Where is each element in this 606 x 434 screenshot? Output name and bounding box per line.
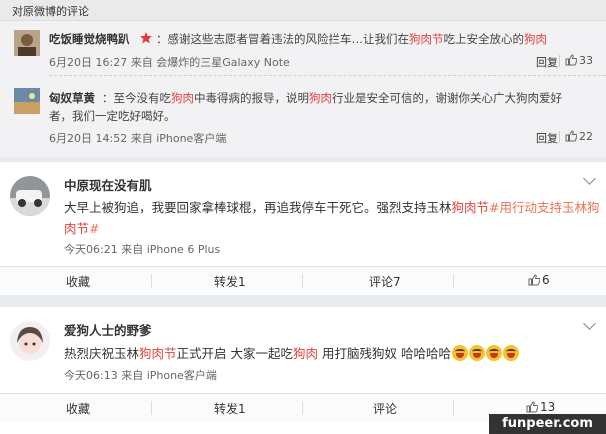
commenter-name[interactable]: 吃饭睡觉烧鸭趴 [49, 31, 130, 47]
author-name[interactable]: 爱狗人士的野爹 [64, 320, 152, 339]
laughing-emoji-icon [451, 345, 468, 361]
author-name[interactable]: 中原现在没有肌 [64, 175, 152, 194]
divider [559, 131, 560, 143]
like-button[interactable]: 13 [526, 400, 555, 414]
thumb-up-icon [565, 130, 577, 142]
divider [559, 55, 560, 67]
weibo-post-card: 中原现在没有肌 大早上被狗追，我要回家拿棒球棍，再追我停车干死它。强烈支持玉林狗… [0, 162, 606, 295]
post-meta: 今天06:13 来自 iPhone客户端 [64, 369, 217, 382]
repost-button[interactable]: 转发1 [214, 400, 246, 417]
commenter-avatar[interactable] [14, 88, 40, 114]
thumb-up-icon [528, 274, 540, 286]
comment-meta: 6月20日 16:27 来自 会爆炸的三星Galaxy Note [49, 56, 290, 69]
post-meta: 今天06:21 来自 iPhone 6 Plus [64, 243, 221, 256]
comment-button[interactable]: 评论7 [369, 273, 401, 290]
divider [302, 401, 303, 415]
commenter-avatar[interactable] [14, 30, 40, 56]
comment-text: ：至今没有吃狗肉中毒得病的报导，说明狗肉行业是安全可信的，谢谢你关心广大狗肉爱好 [102, 91, 562, 105]
comments-header: 对原微博的评论 [0, 0, 606, 21]
highlight-keyword[interactable]: 狗肉 [293, 346, 318, 361]
thumb-up-icon [565, 54, 577, 66]
favorite-button[interactable]: 收藏 [66, 273, 90, 290]
repost-button[interactable]: 转发1 [214, 273, 246, 290]
post-action-bar: 收藏 转发1 评论7 6 [0, 266, 606, 295]
divider [151, 274, 152, 288]
highlight-keyword[interactable]: 狗肉 [524, 32, 547, 46]
reply-button[interactable]: 回复 [536, 54, 558, 70]
post-text: 热烈庆祝玉林狗肉节正式开启 大家一起吃狗肉 用打脑残狗奴 哈哈哈哈 [64, 343, 519, 362]
commenter-name[interactable]: 匈奴草黄 [49, 90, 95, 106]
hashtag-link[interactable]: 肉节 [64, 221, 89, 236]
like-button[interactable]: 22 [565, 130, 593, 143]
favorite-button[interactable]: 收藏 [66, 400, 90, 417]
thumb-up-icon [526, 401, 538, 413]
author-avatar[interactable] [10, 176, 50, 216]
comments-section: 对原微博的评论 吃饭睡觉烧鸭趴 ：感谢这些志愿者冒着违法的风险拦车…让我们在狗肉… [0, 0, 606, 157]
hashtag-link[interactable]: #用行动支持玉林狗 [489, 200, 599, 215]
chevron-down-icon[interactable] [583, 172, 596, 185]
verified-badge-icon [140, 32, 152, 47]
highlight-keyword[interactable]: 狗肉节 [139, 346, 177, 361]
chevron-down-icon[interactable] [583, 317, 596, 330]
reply-button[interactable]: 回复 [536, 130, 558, 146]
comment-text: ：感谢这些志愿者冒着违法的风险拦车…让我们在狗肉节吃上安全放心的狗肉 [156, 32, 547, 46]
author-avatar[interactable] [10, 321, 50, 361]
comment-meta: 6月20日 14:52 来自 iPhone客户端 [49, 132, 227, 145]
comment-item: 吃饭睡觉烧鸭趴 ：感谢这些志愿者冒着违法的风险拦车…让我们在狗肉节吃上安全放心的… [0, 20, 606, 78]
highlight-keyword[interactable]: 狗肉 [309, 91, 332, 105]
divider [453, 274, 454, 288]
like-button[interactable]: 33 [565, 54, 593, 67]
divider [151, 401, 152, 415]
divider [453, 401, 454, 415]
post-text: 大早上被狗追，我要回家拿棒球棍，再追我停车干死它。强烈支持玉林狗肉节#用行动支持… [64, 200, 600, 215]
site-watermark: funpeer.com [489, 414, 606, 434]
comment-divider [49, 75, 606, 76]
comment-button[interactable]: 评论 [373, 400, 397, 417]
highlight-keyword[interactable]: 狗肉节 [409, 32, 444, 46]
laughing-emoji-icon [485, 345, 502, 361]
highlight-keyword[interactable]: 狗肉 [171, 91, 194, 105]
comment-text-continued: 者，我们一定吃好喝好。 [49, 109, 176, 123]
laughing-emoji-icon [502, 345, 519, 361]
post-text-continued: 肉节# [64, 221, 100, 236]
like-button[interactable]: 6 [528, 273, 550, 287]
comments-header-title: 对原微博的评论 [12, 5, 89, 18]
laughing-emoji-icon [468, 345, 485, 361]
comment-item: 匈奴草黄 ：至今没有吃狗肉中毒得病的报导，说明狗肉行业是安全可信的，谢谢你关心广… [0, 78, 606, 152]
divider [302, 274, 303, 288]
highlight-keyword[interactable]: 狗肉节 [452, 200, 490, 215]
